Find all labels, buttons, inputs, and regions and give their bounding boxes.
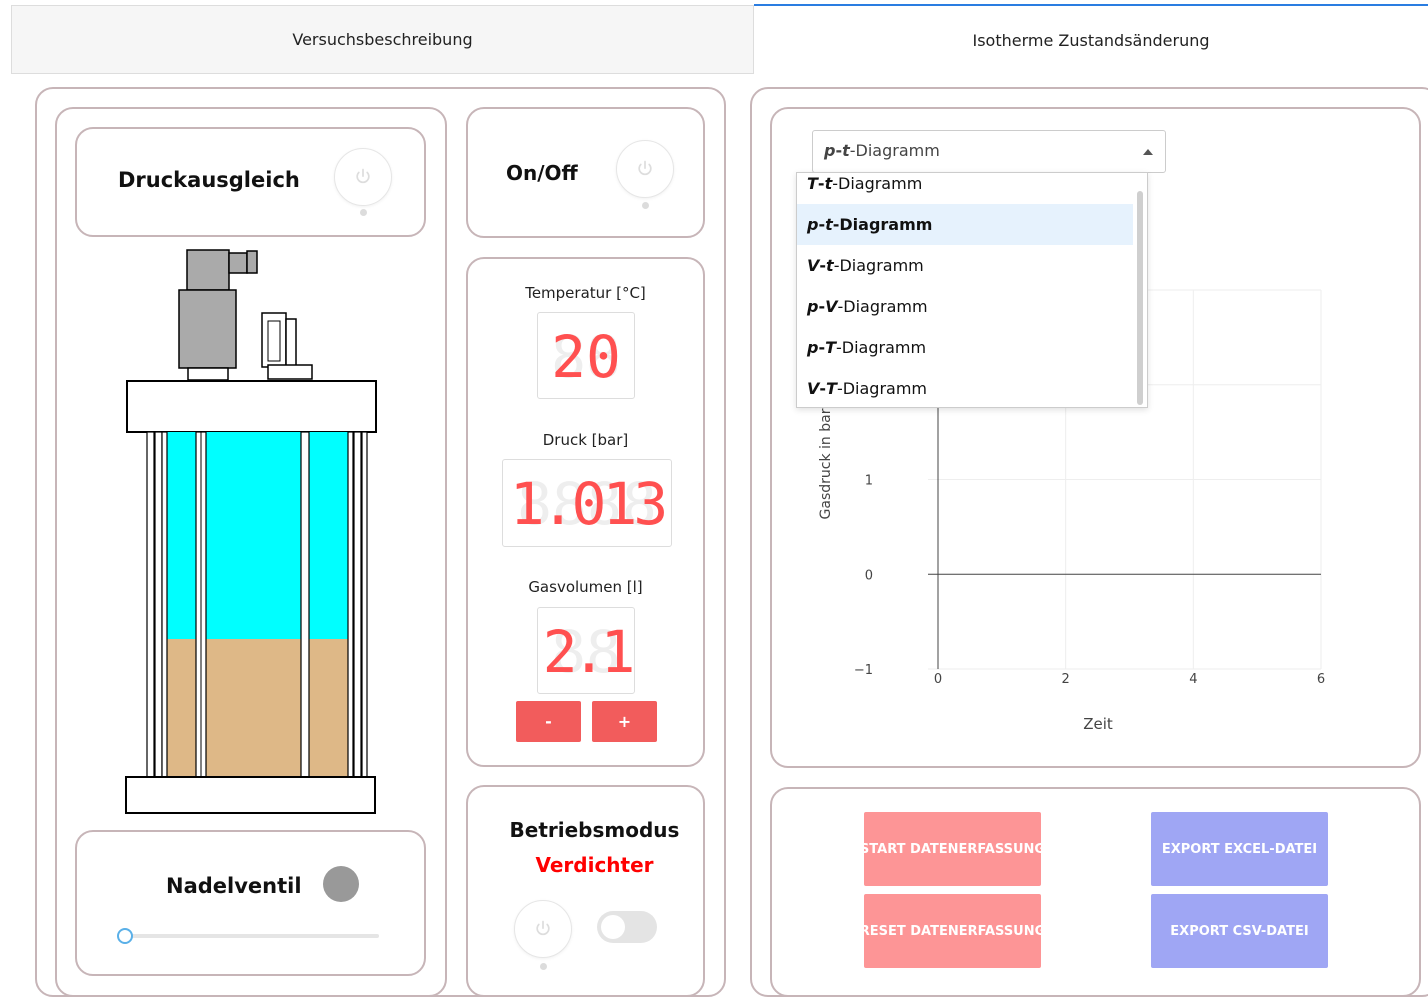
toggle-knob xyxy=(601,915,625,939)
volume-increase-button[interactable]: + xyxy=(592,701,657,742)
power-icon xyxy=(536,920,550,936)
tab-label: Versuchsbeschreibung xyxy=(292,30,473,49)
tab-versuchsbeschreibung[interactable]: Versuchsbeschreibung xyxy=(11,5,754,74)
slider-track xyxy=(123,934,379,938)
dropdown-scrollbar[interactable] xyxy=(1137,191,1143,405)
pressure-vessel-illustration xyxy=(125,249,377,814)
diagram-option-p-T[interactable]: p-T -Diagramm xyxy=(797,327,1133,368)
diagram-option-T-t[interactable]: T-t -Diagramm xyxy=(797,173,1133,204)
needle-valve-card: Nadelventil xyxy=(75,830,426,976)
select-mid: t xyxy=(842,141,850,160)
volume-decrease-button[interactable]: - xyxy=(516,701,581,742)
chart-x-tick-label: 0 xyxy=(934,672,942,687)
pressure-equalization-indicator xyxy=(360,209,367,216)
gas-volume-display: 88 2.1 xyxy=(537,607,635,694)
diagram-select[interactable]: p-t-Diagramm xyxy=(812,130,1166,173)
export-excel-button[interactable]: EXPORT EXCEL-DATEI xyxy=(1151,812,1328,886)
pressure-digits: 8888 1.013 xyxy=(510,470,669,538)
pressure-equalization-power-button[interactable] xyxy=(334,148,392,206)
diagram-option-p-V[interactable]: p-V -Diagramm xyxy=(797,286,1133,327)
main-power-indicator xyxy=(642,202,649,209)
gas-volume-label: Gasvolumen [l] xyxy=(528,578,643,596)
operating-mode-label: Betriebsmodus xyxy=(509,818,680,842)
export-csv-button[interactable]: EXPORT CSV-DATEI xyxy=(1151,894,1328,968)
chart-y-ticks: −1012 xyxy=(854,379,873,678)
diagram-option-V-T[interactable]: V-T -Diagramm xyxy=(797,368,1133,407)
operating-mode-value: Verdichter xyxy=(535,853,654,877)
chart-y-axis-label: Gasdruck in bar xyxy=(818,408,834,519)
needle-valve-label: Nadelventil xyxy=(166,874,302,898)
mode-toggle-switch[interactable] xyxy=(597,911,657,943)
temperature-display: 88 20 xyxy=(537,312,635,399)
diagram-option-V-t[interactable]: V-t -Diagramm xyxy=(797,245,1133,286)
chart-x-tick-label: 4 xyxy=(1189,672,1197,687)
tab-label: Isotherme Zustandsänderung xyxy=(972,30,1210,50)
select-suffix: -Diagramm xyxy=(849,141,940,160)
chart-y-tick-label: 0 xyxy=(865,568,873,583)
caret-up-icon xyxy=(1143,149,1153,155)
chart-x-tick-label: 2 xyxy=(1062,672,1070,687)
temperature-value: 20 xyxy=(551,323,621,391)
gas-volume-digits: 88 2.1 xyxy=(543,618,634,686)
diagram-option-p-t[interactable]: p-t -Diagramm xyxy=(797,204,1133,245)
tab-isotherme-zustandsaenderung[interactable]: Isotherme Zustandsänderung xyxy=(754,4,1428,74)
diagram-select-value: p-t-Diagramm xyxy=(824,141,940,160)
select-prefix: p xyxy=(824,141,836,160)
pressure-equalization-card: Druckausgleich xyxy=(75,127,426,237)
pressure-value: 1.013 xyxy=(510,470,665,538)
start-data-acquisition-button[interactable]: START DATENERFASSUNG xyxy=(860,812,1045,886)
chart-card: −1 0 1 2 0 2 4 6 Zeit Gasdruck in bar p-t-Diag… xyxy=(770,107,1421,768)
operating-mode-card: Betriebsmodus Verdichter xyxy=(466,785,705,997)
gas-volume-value: 2.1 xyxy=(543,618,632,686)
power-icon xyxy=(356,168,370,184)
needle-valve-status-light xyxy=(323,866,359,902)
on-off-label: On/Off xyxy=(506,161,578,185)
temperature-label: Temperatur [°C] xyxy=(525,284,646,302)
on-off-card: On/Off xyxy=(466,107,705,238)
chart-x-ticks: 0 2 4 6 xyxy=(934,672,1325,687)
mode-power-indicator xyxy=(540,963,547,970)
pressure-display: 8888 1.013 xyxy=(502,459,672,547)
chart-y-tick-label: −1 xyxy=(854,663,873,678)
chart-x-tick-label: 6 xyxy=(1317,672,1325,687)
diagram-dropdown-menu: T-t -Diagramm p-t -Diagramm V-t -Diagramm p… xyxy=(796,172,1148,408)
measurements-card: Temperatur [°C] 88 20 Druck [bar] 8888 1… xyxy=(466,257,705,767)
pressure-label: Druck [bar] xyxy=(542,431,629,449)
pressure-equalization-label: Druckausgleich xyxy=(118,168,300,192)
actions-card: START DATENERFASSUNG RESET DATENERFASSUN… xyxy=(770,787,1421,997)
slider-thumb[interactable] xyxy=(117,928,133,944)
needle-valve-slider[interactable] xyxy=(117,928,379,944)
reset-data-acquisition-button[interactable]: RESET DATENERFASSUNG xyxy=(860,894,1045,968)
temperature-digits: 88 20 xyxy=(551,323,621,391)
chart-x-axis-label: Zeit xyxy=(1083,715,1113,733)
power-icon xyxy=(638,160,652,176)
chart-y-tick-label: 1 xyxy=(865,474,873,489)
mode-power-button[interactable] xyxy=(514,900,572,958)
main-power-button[interactable] xyxy=(616,140,674,198)
